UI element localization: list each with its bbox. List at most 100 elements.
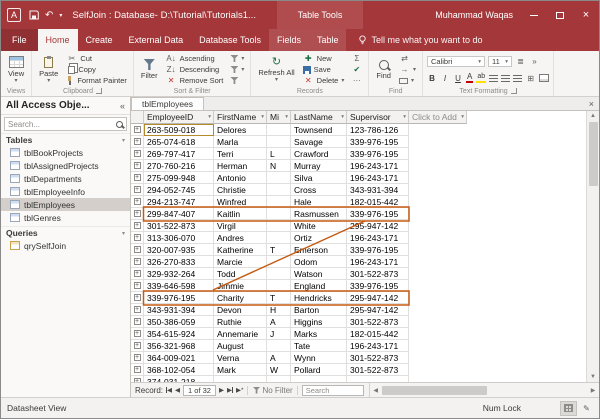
row-expander[interactable]: + — [131, 268, 144, 280]
cell-employee-id[interactable]: 299-847-407 — [144, 208, 214, 220]
restore-button[interactable] — [547, 1, 573, 29]
align-left-icon[interactable] — [489, 75, 498, 82]
cell-last-name[interactable]: Higgins — [291, 316, 347, 328]
row-expander[interactable]: + — [131, 244, 144, 256]
cell-supervisor[interactable]: 339-976-195 — [347, 136, 409, 148]
row-expander[interactable]: + — [131, 196, 144, 208]
cell-last-name[interactable]: Hale — [291, 196, 347, 208]
cell-supervisor[interactable]: 196-243-171 — [347, 256, 409, 268]
filter-button[interactable]: Filter — [138, 53, 161, 86]
row-expander[interactable]: + — [131, 340, 144, 352]
cell-supervisor[interactable]: 295-947-142 — [347, 292, 409, 304]
tab-file[interactable]: File — [1, 29, 38, 51]
nav-pane-title[interactable]: All Access Obje... « — [1, 97, 130, 115]
tab-home[interactable]: Home — [38, 29, 78, 51]
cell-last-name[interactable]: Marks — [291, 328, 347, 340]
cell-employee-id[interactable]: 265-074-618 — [144, 136, 214, 148]
bold-button[interactable]: B — [427, 74, 437, 83]
cell-last-name[interactable]: White — [291, 220, 347, 232]
cell-mi[interactable] — [267, 172, 291, 184]
cell-last-name[interactable]: Ortiz — [291, 232, 347, 244]
row-expander[interactable]: + — [131, 124, 144, 136]
cell-mi[interactable]: H — [267, 304, 291, 316]
row-expander[interactable]: + — [131, 256, 144, 268]
cell-mi[interactable]: A — [267, 352, 291, 364]
column-header-first-name[interactable]: FirstName▾ — [214, 111, 267, 124]
cell-first-name[interactable]: Devon — [214, 304, 267, 316]
cell-mi[interactable] — [267, 268, 291, 280]
row-expander[interactable]: + — [131, 208, 144, 220]
filter-status[interactable]: No Filter — [252, 386, 292, 395]
qat-customize-icon[interactable]: ▾ — [59, 12, 62, 19]
align-center-icon[interactable] — [501, 75, 510, 82]
save-icon[interactable] — [29, 10, 39, 20]
cell-employee-id[interactable]: 269-797-417 — [144, 148, 214, 160]
record-search-input[interactable] — [302, 385, 364, 396]
cell-mi[interactable] — [267, 124, 291, 136]
cell-supervisor[interactable]: 301-522-873 — [347, 364, 409, 376]
cell-first-name[interactable]: Virgil — [214, 220, 267, 232]
toggle-filter-button[interactable] — [228, 75, 246, 86]
new-record-ribbon-button[interactable]: ✚New — [301, 53, 347, 64]
cell-mi[interactable]: T — [267, 292, 291, 304]
cell-supervisor[interactable]: 301-522-873 — [347, 316, 409, 328]
column-header-employee-id[interactable]: EmployeeID▾ — [144, 111, 214, 124]
cell-employee-id[interactable]: 354-615-924 — [144, 328, 214, 340]
first-record-button[interactable]: ◀ — [166, 386, 172, 394]
cell-last-name[interactable]: Hendricks — [291, 292, 347, 304]
cell-last-name[interactable]: Savage — [291, 136, 347, 148]
cell-employee-id[interactable]: 313-306-070 — [144, 232, 214, 244]
nav-item-tblDepartments[interactable]: tblDepartments — [1, 172, 130, 185]
copy-button[interactable]: Copy — [64, 64, 129, 75]
cell-mi[interactable] — [267, 340, 291, 352]
tab-create[interactable]: Create — [78, 29, 121, 51]
cell-supervisor[interactable]: 301-522-873 — [347, 268, 409, 280]
cell-first-name[interactable]: Mark — [214, 364, 267, 376]
row-expander[interactable]: + — [131, 172, 144, 184]
close-button[interactable]: × — [573, 1, 599, 29]
cell-mi[interactable]: W — [267, 364, 291, 376]
cell-supervisor[interactable]: 295-947-142 — [347, 220, 409, 232]
cell-supervisor[interactable]: 196-243-171 — [347, 160, 409, 172]
row-expander[interactable]: + — [131, 136, 144, 148]
cell-employee-id[interactable]: 320-007-935 — [144, 244, 214, 256]
replace-button[interactable]: ⇄ — [397, 53, 418, 64]
cell-first-name[interactable]: Verna — [214, 352, 267, 364]
underline-button[interactable]: U — [453, 74, 463, 83]
column-header-last-name[interactable]: LastName▾ — [291, 111, 347, 124]
cell-first-name[interactable]: Todd — [214, 268, 267, 280]
close-document-icon[interactable]: × — [584, 97, 599, 110]
cell-mi[interactable] — [267, 208, 291, 220]
cell-supervisor[interactable]: 295-947-142 — [347, 304, 409, 316]
remove-sort-button[interactable]: ✕Remove Sort — [164, 75, 226, 86]
tab-table[interactable]: Table — [309, 29, 347, 51]
scroll-right-icon[interactable]: ▶ — [587, 387, 599, 394]
row-expander[interactable]: + — [131, 364, 144, 376]
account-name[interactable]: Muhammad Waqas — [435, 10, 513, 20]
totals-button[interactable]: Σ — [349, 53, 364, 64]
cell-first-name[interactable]: Delores — [214, 124, 267, 136]
cell-first-name[interactable]: Kaitlin — [214, 208, 267, 220]
highlight-color-button[interactable]: ab — [476, 73, 486, 83]
cell-employee-id[interactable]: 350-386-059 — [144, 316, 214, 328]
cell-first-name[interactable]: Marla — [214, 136, 267, 148]
tab-database-tools[interactable]: Database Tools — [191, 29, 269, 51]
cell-supervisor[interactable]: 182-015-442 — [347, 328, 409, 340]
cell-mi[interactable]: T — [267, 244, 291, 256]
scroll-up-icon[interactable]: ▲ — [590, 111, 596, 121]
cell-first-name[interactable]: Katherine — [214, 244, 267, 256]
next-record-button[interactable]: ▶ — [219, 386, 224, 394]
row-expander[interactable]: + — [131, 292, 144, 304]
scroll-down-icon[interactable]: ▼ — [590, 372, 596, 382]
cell-mi[interactable] — [267, 136, 291, 148]
cell-last-name[interactable]: England — [291, 280, 347, 292]
cell-mi[interactable] — [267, 196, 291, 208]
refresh-all-button[interactable]: ↻ Refresh All ▾ — [255, 53, 297, 86]
nav-item-tblEmployees[interactable]: tblEmployees — [1, 198, 130, 211]
gridlines-icon[interactable]: ⊞ — [525, 74, 536, 83]
save-record-button[interactable]: Save — [301, 64, 347, 75]
cell-employee-id[interactable]: 294-213-747 — [144, 196, 214, 208]
cell-employee-id[interactable]: 270-760-216 — [144, 160, 214, 172]
cell-mi[interactable]: L — [267, 148, 291, 160]
cell-employee-id[interactable]: 263-509-018 — [144, 124, 214, 136]
